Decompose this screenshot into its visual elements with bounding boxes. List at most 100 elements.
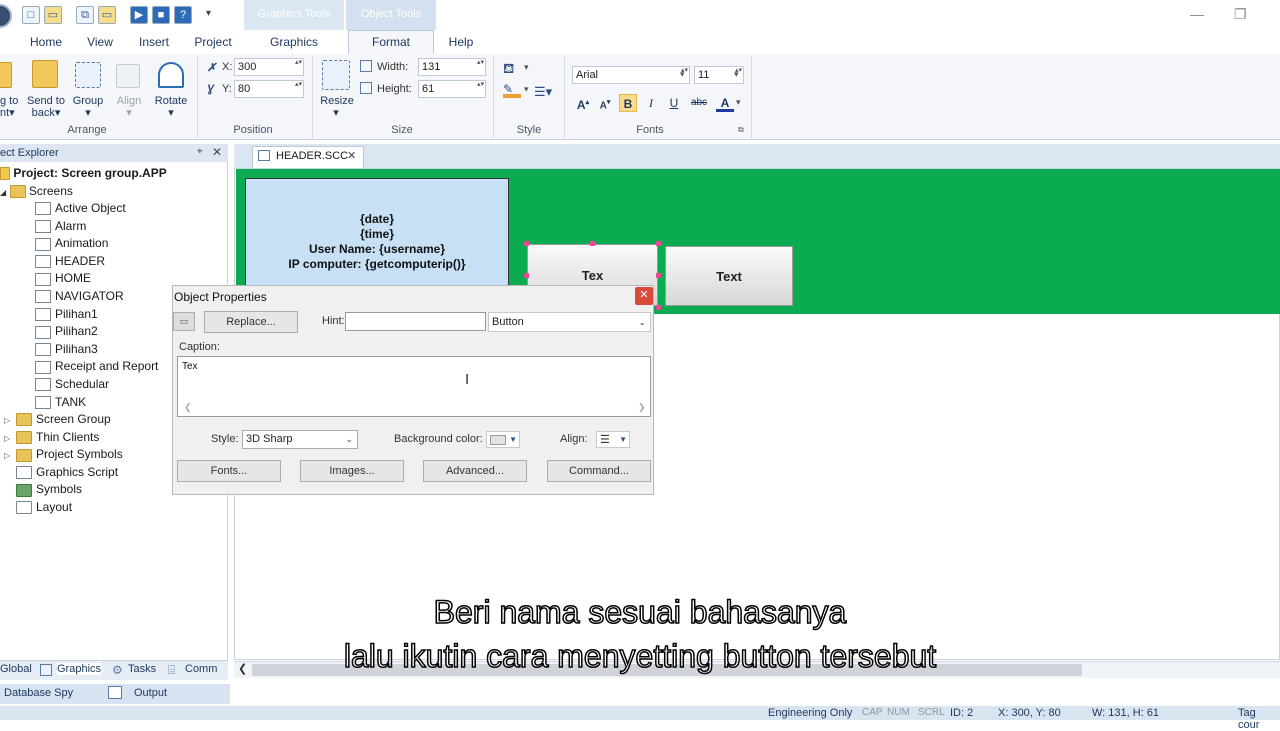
fonts-button[interactable]: Fonts...: [177, 460, 281, 482]
tree-screen-item[interactable]: HOME: [35, 270, 91, 287]
collapse-icon[interactable]: ▷: [4, 447, 16, 464]
tree-screen-item[interactable]: Pilihan1: [35, 306, 98, 323]
tree-screen-item[interactable]: Active Object: [35, 200, 126, 217]
group-dropdown-icon[interactable]: ▾: [82, 107, 94, 119]
send-back-button[interactable]: Send to back▾: [26, 95, 66, 119]
stop-icon[interactable]: ■: [152, 6, 170, 24]
line-style-icon[interactable]: ☰▾: [534, 84, 552, 100]
line-color-dropdown-icon[interactable]: ▾: [524, 84, 529, 95]
tree-screens[interactable]: ◢ Screens: [0, 184, 73, 199]
tree-folder-item[interactable]: ▷ Thin Clients: [4, 429, 99, 446]
group-button[interactable]: Group: [70, 95, 106, 107]
bgcolor-picker[interactable]: ▼: [486, 431, 520, 448]
font-color-dropdown-icon[interactable]: ▾: [736, 97, 741, 108]
close-dialog-button[interactable]: ✕: [635, 287, 653, 305]
align-picker[interactable]: ☰ ▼: [596, 431, 630, 448]
tab-format[interactable]: Format: [348, 30, 434, 55]
line-color-icon[interactable]: ✎: [503, 82, 521, 98]
resize-dropdown-icon[interactable]: ▾: [330, 107, 342, 119]
tree-screen-item[interactable]: HEADER: [35, 253, 105, 270]
collapse-icon[interactable]: ▷: [4, 430, 16, 447]
bold-icon[interactable]: B: [619, 94, 637, 112]
minimize-icon[interactable]: —: [1190, 6, 1204, 22]
strikethrough-icon[interactable]: abc: [688, 94, 710, 112]
font-name-dropdown-icon[interactable]: ▾: [680, 69, 685, 80]
height-input[interactable]: 61: [418, 80, 486, 98]
new-icon[interactable]: □: [22, 6, 40, 24]
command-button[interactable]: Command...: [547, 460, 651, 482]
y-input[interactable]: 80: [234, 80, 304, 98]
align-button[interactable]: Align: [110, 95, 148, 107]
tree-screen-item[interactable]: Alarm: [35, 218, 86, 235]
tab-insert[interactable]: Insert: [134, 33, 174, 53]
underline-icon[interactable]: U: [665, 94, 683, 112]
tab-database-spy[interactable]: Database Spy: [4, 687, 73, 699]
tree-folder-item[interactable]: ▷ Screen Group: [4, 411, 111, 428]
fonts-launcher-icon[interactable]: ⧉: [738, 125, 744, 135]
tab-project[interactable]: Project: [190, 33, 236, 53]
collapse-icon[interactable]: ▷: [4, 412, 16, 429]
style-select[interactable]: 3D Sharp ⌄: [242, 430, 358, 449]
pin-icon[interactable]: ⌖: [197, 146, 203, 157]
tree-screen-item[interactable]: TANK: [35, 394, 86, 411]
tree-screen-item[interactable]: Pilihan3: [35, 341, 98, 358]
rotate-button[interactable]: Rotate: [150, 95, 192, 107]
tab-view[interactable]: View: [82, 33, 118, 53]
tree-screen-item[interactable]: Animation: [35, 235, 108, 252]
selection-handle[interactable]: [656, 273, 661, 278]
fill-color-dropdown-icon[interactable]: ▾: [524, 62, 529, 73]
width-input[interactable]: 131: [418, 58, 486, 76]
font-color-icon[interactable]: A: [716, 94, 734, 112]
help-icon[interactable]: ?: [174, 6, 192, 24]
copy-icon[interactable]: ⧉: [76, 6, 94, 24]
dropdown-icon[interactable]: ▾: [206, 8, 211, 19]
advanced-button[interactable]: Advanced...: [423, 460, 527, 482]
folder-icon[interactable]: ▭: [98, 6, 116, 24]
tree-folder-item[interactable]: Graphics Script: [4, 464, 118, 481]
object-type-select[interactable]: Button ⌄: [488, 312, 651, 332]
italic-icon[interactable]: I: [642, 94, 660, 112]
pin-dialog-icon[interactable]: ▭: [173, 312, 195, 331]
tab-help[interactable]: Help: [444, 33, 478, 53]
resize-button[interactable]: Resize: [318, 95, 356, 107]
bring-front-button[interactable]: g to nt▾: [0, 95, 22, 119]
header-info-box[interactable]: {date} {time} User Name: {username} IP c…: [245, 178, 509, 288]
tree-folder-item[interactable]: Symbols: [4, 481, 82, 498]
tree-project-root[interactable]: Project: Screen group.APP: [0, 166, 167, 181]
tree-folder-item[interactable]: Layout: [4, 499, 72, 516]
align-dropdown-icon[interactable]: ▾: [123, 107, 135, 119]
caption-textarea[interactable]: Tex I ❮ ❯: [177, 356, 651, 417]
font-name-select[interactable]: Arial: [572, 66, 690, 84]
selection-handle[interactable]: [590, 241, 595, 246]
tab-graphics[interactable]: Graphics: [264, 33, 324, 53]
open-icon[interactable]: ▭: [44, 6, 62, 24]
tree-screen-item[interactable]: NAVIGATOR: [35, 288, 124, 305]
fill-color-icon[interactable]: ⛾: [503, 60, 514, 79]
x-input[interactable]: 300: [234, 58, 304, 76]
grow-font-icon[interactable]: A▴: [574, 94, 592, 112]
tree-screen-item[interactable]: Pilihan2: [35, 323, 98, 340]
selection-handle[interactable]: [524, 273, 529, 278]
hint-input[interactable]: [345, 312, 486, 331]
run-icon[interactable]: ▶: [130, 6, 148, 24]
tab-output[interactable]: Output: [134, 687, 167, 699]
selection-handle[interactable]: [656, 305, 661, 310]
tab-home[interactable]: Home: [26, 33, 66, 53]
caption-scroll-left-icon[interactable]: ❮: [184, 402, 192, 413]
close-explorer-icon[interactable]: ✕: [212, 145, 222, 159]
shrink-font-icon[interactable]: A▾: [596, 94, 614, 112]
tree-screen-item[interactable]: Schedular: [35, 376, 109, 393]
images-button[interactable]: Images...: [300, 460, 404, 482]
caption-scroll-right-icon[interactable]: ❯: [638, 402, 646, 413]
selection-handle[interactable]: [656, 241, 661, 246]
close-tab-icon[interactable]: ✕: [347, 149, 356, 162]
restore-icon[interactable]: ❐: [1234, 6, 1247, 23]
font-size-dropdown-icon[interactable]: ▾: [734, 69, 739, 80]
rotate-dropdown-icon[interactable]: ▾: [165, 107, 177, 119]
tree-screen-item[interactable]: Receipt and Report: [35, 358, 158, 375]
header-button-2[interactable]: Text: [665, 246, 793, 306]
tree-folder-item[interactable]: ▷ Project Symbols: [4, 446, 123, 463]
selection-handle[interactable]: [524, 241, 529, 246]
replace-button[interactable]: Replace...: [204, 311, 298, 333]
expand-icon[interactable]: ◢: [0, 188, 6, 197]
